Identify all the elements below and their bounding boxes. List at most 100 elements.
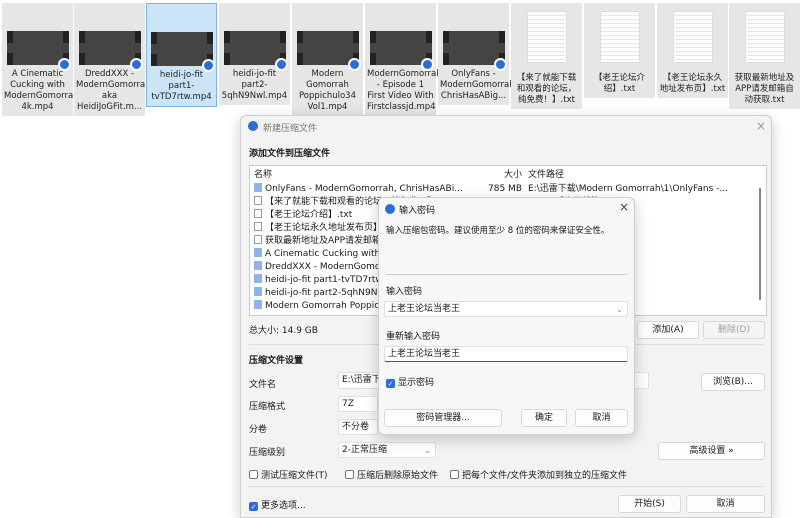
checkbox-icon xyxy=(450,470,459,479)
desktop-file[interactable]: 【老王论坛永久地址发布页】.txt xyxy=(657,3,728,98)
row-name-text: heidi-jo-fit part1-tvTD7rtw.m xyxy=(265,275,394,285)
desktop-file[interactable]: 【老王论坛介绍】.txt xyxy=(584,3,655,98)
text-file-icon xyxy=(254,209,262,218)
reenter-password-label: 重新输入密码 xyxy=(386,332,441,342)
settings-title: 压缩文件设置 xyxy=(249,356,304,366)
row-name-text: OnlyFans - ModernGomorrah, ChrisHasABi..… xyxy=(265,184,463,194)
player-badge-icon xyxy=(274,58,288,71)
level-label: 压缩级别 xyxy=(249,448,286,458)
text-file-icon xyxy=(599,11,640,63)
checkbox-checked-icon: ✓ xyxy=(386,379,395,388)
close-icon[interactable]: × xyxy=(756,119,766,133)
total-size: 总大小: 14.9 GB xyxy=(249,326,318,336)
video-thumbnail-icon xyxy=(150,32,215,72)
player-badge-icon xyxy=(347,58,361,71)
row-name-text: 【老王论坛介绍】.txt xyxy=(265,210,353,220)
video-thumbnail-icon xyxy=(223,31,288,71)
video-thumbnail-icon xyxy=(78,31,143,71)
divider xyxy=(249,486,763,487)
level-select[interactable]: 2-正常压缩 ⌄ xyxy=(338,442,436,458)
row-name-text: heidi-jo-fit part2-5qhN9Nwl xyxy=(265,288,388,298)
player-badge-icon xyxy=(493,58,507,71)
scrollbar[interactable] xyxy=(759,188,761,300)
add-button[interactable]: 添加(A) xyxy=(637,321,699,339)
password-input[interactable]: 上老王论坛当老王 ⌄ xyxy=(384,301,628,317)
desktop-file[interactable]: Modern Gomorrah Poppichulo34 Vol1.mp4 xyxy=(292,3,363,116)
file-name: 获取最新地址及APP请发邮箱自动获取.txt xyxy=(734,73,795,105)
video-file-icon xyxy=(254,274,262,283)
video-file-icon xyxy=(254,261,262,270)
column-size[interactable]: 大小 xyxy=(472,169,522,182)
close-icon[interactable]: × xyxy=(619,200,629,214)
separate-checkbox[interactable]: 把每个文件/文件夹添加到独立的压缩文件 xyxy=(450,468,627,481)
file-name: 【老王论坛介绍】.txt xyxy=(593,73,645,94)
advanced-button[interactable]: 高级设置 » xyxy=(658,442,765,460)
more-options-checkbox[interactable]: ✓ 更多选项... xyxy=(249,498,306,511)
video-file-icon xyxy=(254,248,262,257)
row-name-text: A Cinematic Cucking with M xyxy=(265,249,391,259)
row-name: OnlyFans - ModernGomorrah, ChrisHasABi..… xyxy=(254,183,474,196)
password-dialog-title: 输入密码 xyxy=(399,206,436,216)
password-dialog: 输入密码 × 输入压缩包密码。建议使用至少 8 位的密码来保证安全性。 输入密码… xyxy=(378,197,635,435)
volume-select[interactable]: 不分卷 xyxy=(338,419,378,435)
password-label: 输入密码 xyxy=(386,287,423,297)
password-value: 上老王论坛当老王 xyxy=(388,304,461,314)
volume-label: 分卷 xyxy=(249,425,268,435)
delete-after-label: 压缩后删除原始文件 xyxy=(357,471,439,481)
video-thumbnail-icon xyxy=(442,31,507,71)
format-label: 压缩格式 xyxy=(249,402,286,412)
desktop-file[interactable]: 获取最新地址及APP请发邮箱自动获取.txt xyxy=(729,3,800,109)
column-path[interactable]: 文件路径 xyxy=(528,169,748,182)
table-row[interactable]: OnlyFans - ModernGomorrah, ChrisHasABi..… xyxy=(254,183,752,196)
desktop-file[interactable]: A Cinematic Cucking with ModernGomorrah … xyxy=(2,3,79,116)
desktop-file[interactable]: heidi-jo-fit part2-5qhN9Nwl.mp4 xyxy=(219,3,290,105)
file-name: 【来了就能下载和观看的论坛，纯免费！】.txt xyxy=(516,73,577,105)
test-label: 测试压缩文件(T) xyxy=(261,471,328,481)
desktop-file[interactable]: 【来了就能下载和观看的论坛，纯免费！】.txt xyxy=(511,3,582,109)
test-checkbox[interactable]: 测试压缩文件(T) xyxy=(249,468,328,481)
password-cancel-button[interactable]: 取消 xyxy=(575,409,628,427)
text-file-icon xyxy=(254,235,262,244)
row-name-text: Modern Gomorrah Poppich xyxy=(265,301,385,311)
desktop-file[interactable]: ModernGomorrah - Episode 1 First Video W… xyxy=(365,3,442,116)
ok-button[interactable]: 确定 xyxy=(521,409,567,427)
cancel-button[interactable]: 取消 xyxy=(686,495,765,513)
file-name: A Cinematic Cucking with ModernGomorrah … xyxy=(4,69,79,112)
delete-after-checkbox[interactable]: 压缩后删除原始文件 xyxy=(345,468,438,481)
separate-label: 把每个文件/文件夹添加到独立的压缩文件 xyxy=(462,471,628,481)
checkbox-icon xyxy=(345,470,354,479)
row-name-text: DreddXXX - ModernGomorr xyxy=(265,262,388,272)
chevron-down-icon: ⌄ xyxy=(424,446,431,455)
app-icon xyxy=(385,204,395,214)
delete-button[interactable]: 删除(D) xyxy=(703,321,765,339)
dialog-title: 新建压缩文件 xyxy=(263,124,318,134)
desktop-file[interactable]: OnlyFans - ModernGomorrah, ChrisHasABig.… xyxy=(438,3,517,105)
text-file-icon xyxy=(254,222,262,231)
divider xyxy=(386,274,627,275)
file-name: ModernGomorrah - Episode 1 First Video W… xyxy=(367,69,442,112)
filename-label: 文件名 xyxy=(249,380,277,390)
password-manager-button[interactable]: 密码管理器... xyxy=(384,409,502,427)
file-name: DreddXXX - ModernGomorrah aka HeidiJoGFi… xyxy=(76,69,151,112)
video-thumbnail-icon xyxy=(369,31,434,71)
reenter-password-input[interactable]: 上老王论坛当老王 xyxy=(384,346,628,362)
app-icon xyxy=(248,121,258,131)
file-name: heidi-jo-fit part2-5qhN9Nwl.mp4 xyxy=(221,69,288,101)
browse-button[interactable]: 浏览(B)... xyxy=(701,373,765,391)
desktop-file[interactable]: DreddXXX - ModernGomorrah aka HeidiJoGFi… xyxy=(74,3,151,116)
column-name[interactable]: 名称 xyxy=(254,169,474,182)
checkbox-checked-icon: ✓ xyxy=(249,502,258,511)
video-file-icon xyxy=(254,287,262,296)
row-path: E:\迅雷下载\Modern Gomorrah\1\OnlyFans -... xyxy=(528,184,728,194)
format-select[interactable]: 7Z xyxy=(338,396,378,412)
video-file-icon xyxy=(254,183,262,192)
section-add-title: 添加文件到压缩文件 xyxy=(249,149,331,159)
password-description: 输入压缩包密码。建议使用至少 8 位的密码来保证安全性。 xyxy=(386,226,610,236)
video-thumbnail-icon xyxy=(6,31,71,71)
desktop-file[interactable]: heidi-jo-fit part1-tvTD7rtw.mp4 xyxy=(146,3,217,107)
show-password-checkbox[interactable]: ✓ 显示密码 xyxy=(386,375,434,388)
more-options-label: 更多选项... xyxy=(261,501,306,511)
chevron-down-icon: ⌄ xyxy=(616,305,623,314)
player-badge-icon xyxy=(129,58,143,71)
start-button[interactable]: 开始(S) xyxy=(618,495,681,513)
